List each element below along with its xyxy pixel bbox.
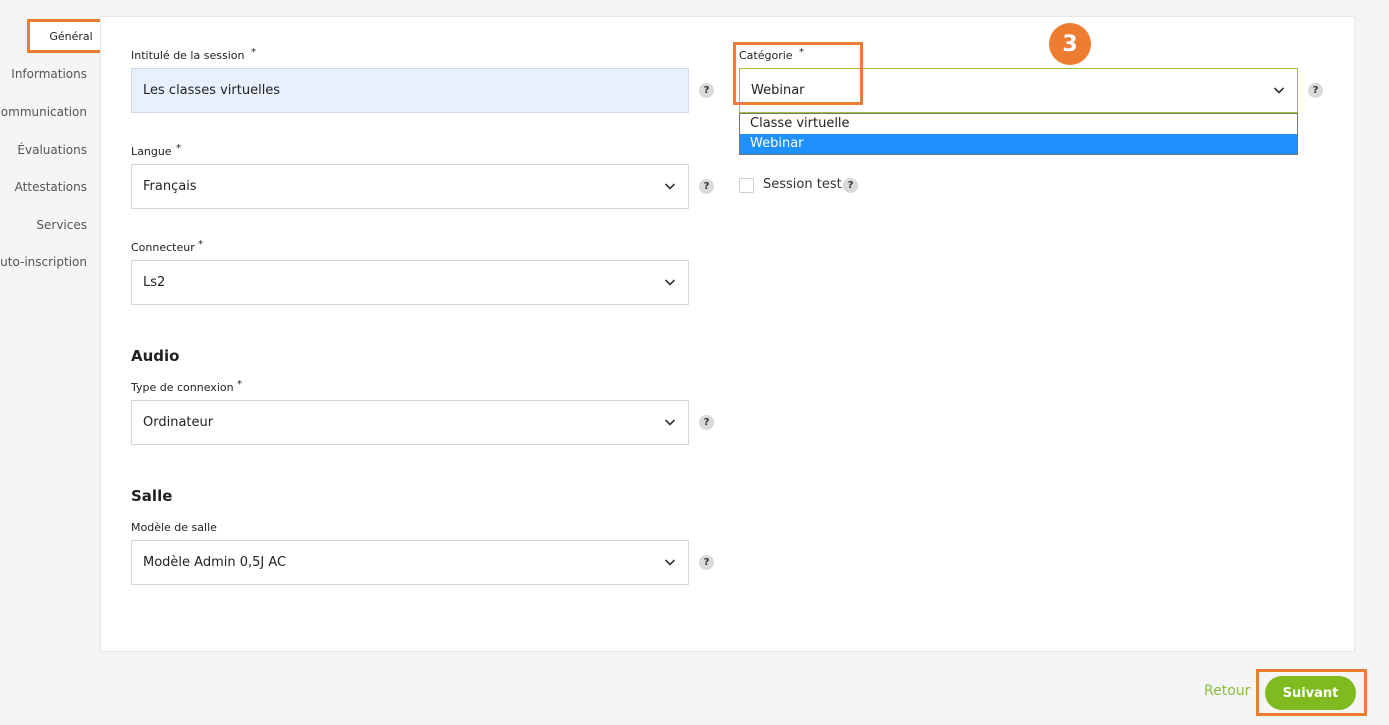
chevron-down-icon (664, 419, 676, 426)
session-test-checkbox[interactable] (739, 178, 754, 193)
language-select[interactable]: Français (131, 164, 689, 209)
chevron-down-icon (1273, 87, 1285, 94)
audio-section-title: Audio (131, 347, 180, 365)
dropdown-option-classe-virtuelle[interactable]: Classe virtuelle (740, 114, 1297, 134)
step-badge: 3 (1049, 23, 1091, 65)
chevron-down-icon (664, 183, 676, 190)
sidebar-item-informations[interactable]: Informations (11, 67, 87, 81)
dropdown-option-webinar[interactable]: Webinar (740, 134, 1297, 154)
connection-type-label: Type de connexion (131, 381, 234, 394)
sidebar-item-communication[interactable]: Communication (0, 105, 87, 119)
sidebar-item-label: Général (49, 29, 93, 43)
connection-type-value: Ordinateur (143, 415, 214, 430)
help-icon[interactable]: ? (699, 83, 714, 98)
room-model-value: Modèle Admin 0,5J AC (143, 555, 287, 570)
room-model-label: Modèle de salle (131, 521, 217, 534)
help-icon[interactable]: ? (1308, 83, 1323, 98)
sidebar: Général Informations Communication Évalu… (0, 0, 115, 725)
chevron-down-icon (664, 559, 676, 566)
session-title-input[interactable]: Les classes virtuelles (131, 68, 689, 113)
required-mark: * (799, 47, 804, 58)
category-label: Catégorie (739, 49, 793, 62)
chevron-down-icon (664, 279, 676, 286)
session-title-value: Les classes virtuelles (143, 83, 281, 98)
language-value: Français (143, 179, 197, 194)
required-mark: * (251, 47, 256, 58)
session-test-label: Session test (763, 177, 842, 192)
next-button[interactable]: Suivant (1265, 676, 1356, 710)
sidebar-item-attestations[interactable]: Attestations (15, 180, 87, 194)
connection-type-select[interactable]: Ordinateur (131, 400, 689, 445)
category-value: Webinar (751, 83, 805, 98)
room-model-select[interactable]: Modèle Admin 0,5J AC (131, 540, 689, 585)
session-title-label: Intitulé de la session (131, 49, 245, 62)
back-link[interactable]: Retour (1204, 683, 1250, 699)
required-mark: * (237, 379, 242, 390)
sidebar-item-services[interactable]: Services (36, 218, 87, 232)
sidebar-item-auto-inscription[interactable]: Auto-inscription (0, 255, 87, 269)
sidebar-item-evaluations[interactable]: Évaluations (17, 143, 87, 157)
connector-value: Ls2 (143, 275, 166, 290)
category-dropdown-list: Classe virtuelle Webinar (739, 113, 1298, 155)
room-section-title: Salle (131, 487, 173, 505)
connector-select[interactable]: Ls2 (131, 260, 689, 305)
help-icon[interactable]: ? (699, 415, 714, 430)
required-mark: * (198, 239, 203, 250)
help-icon[interactable]: ? (699, 179, 714, 194)
help-icon[interactable]: ? (699, 555, 714, 570)
language-label: Langue (131, 145, 172, 158)
connector-label: Connecteur (131, 241, 195, 254)
category-select[interactable]: Webinar (739, 68, 1298, 113)
required-mark: * (176, 143, 181, 154)
help-icon[interactable]: ? (843, 178, 858, 193)
